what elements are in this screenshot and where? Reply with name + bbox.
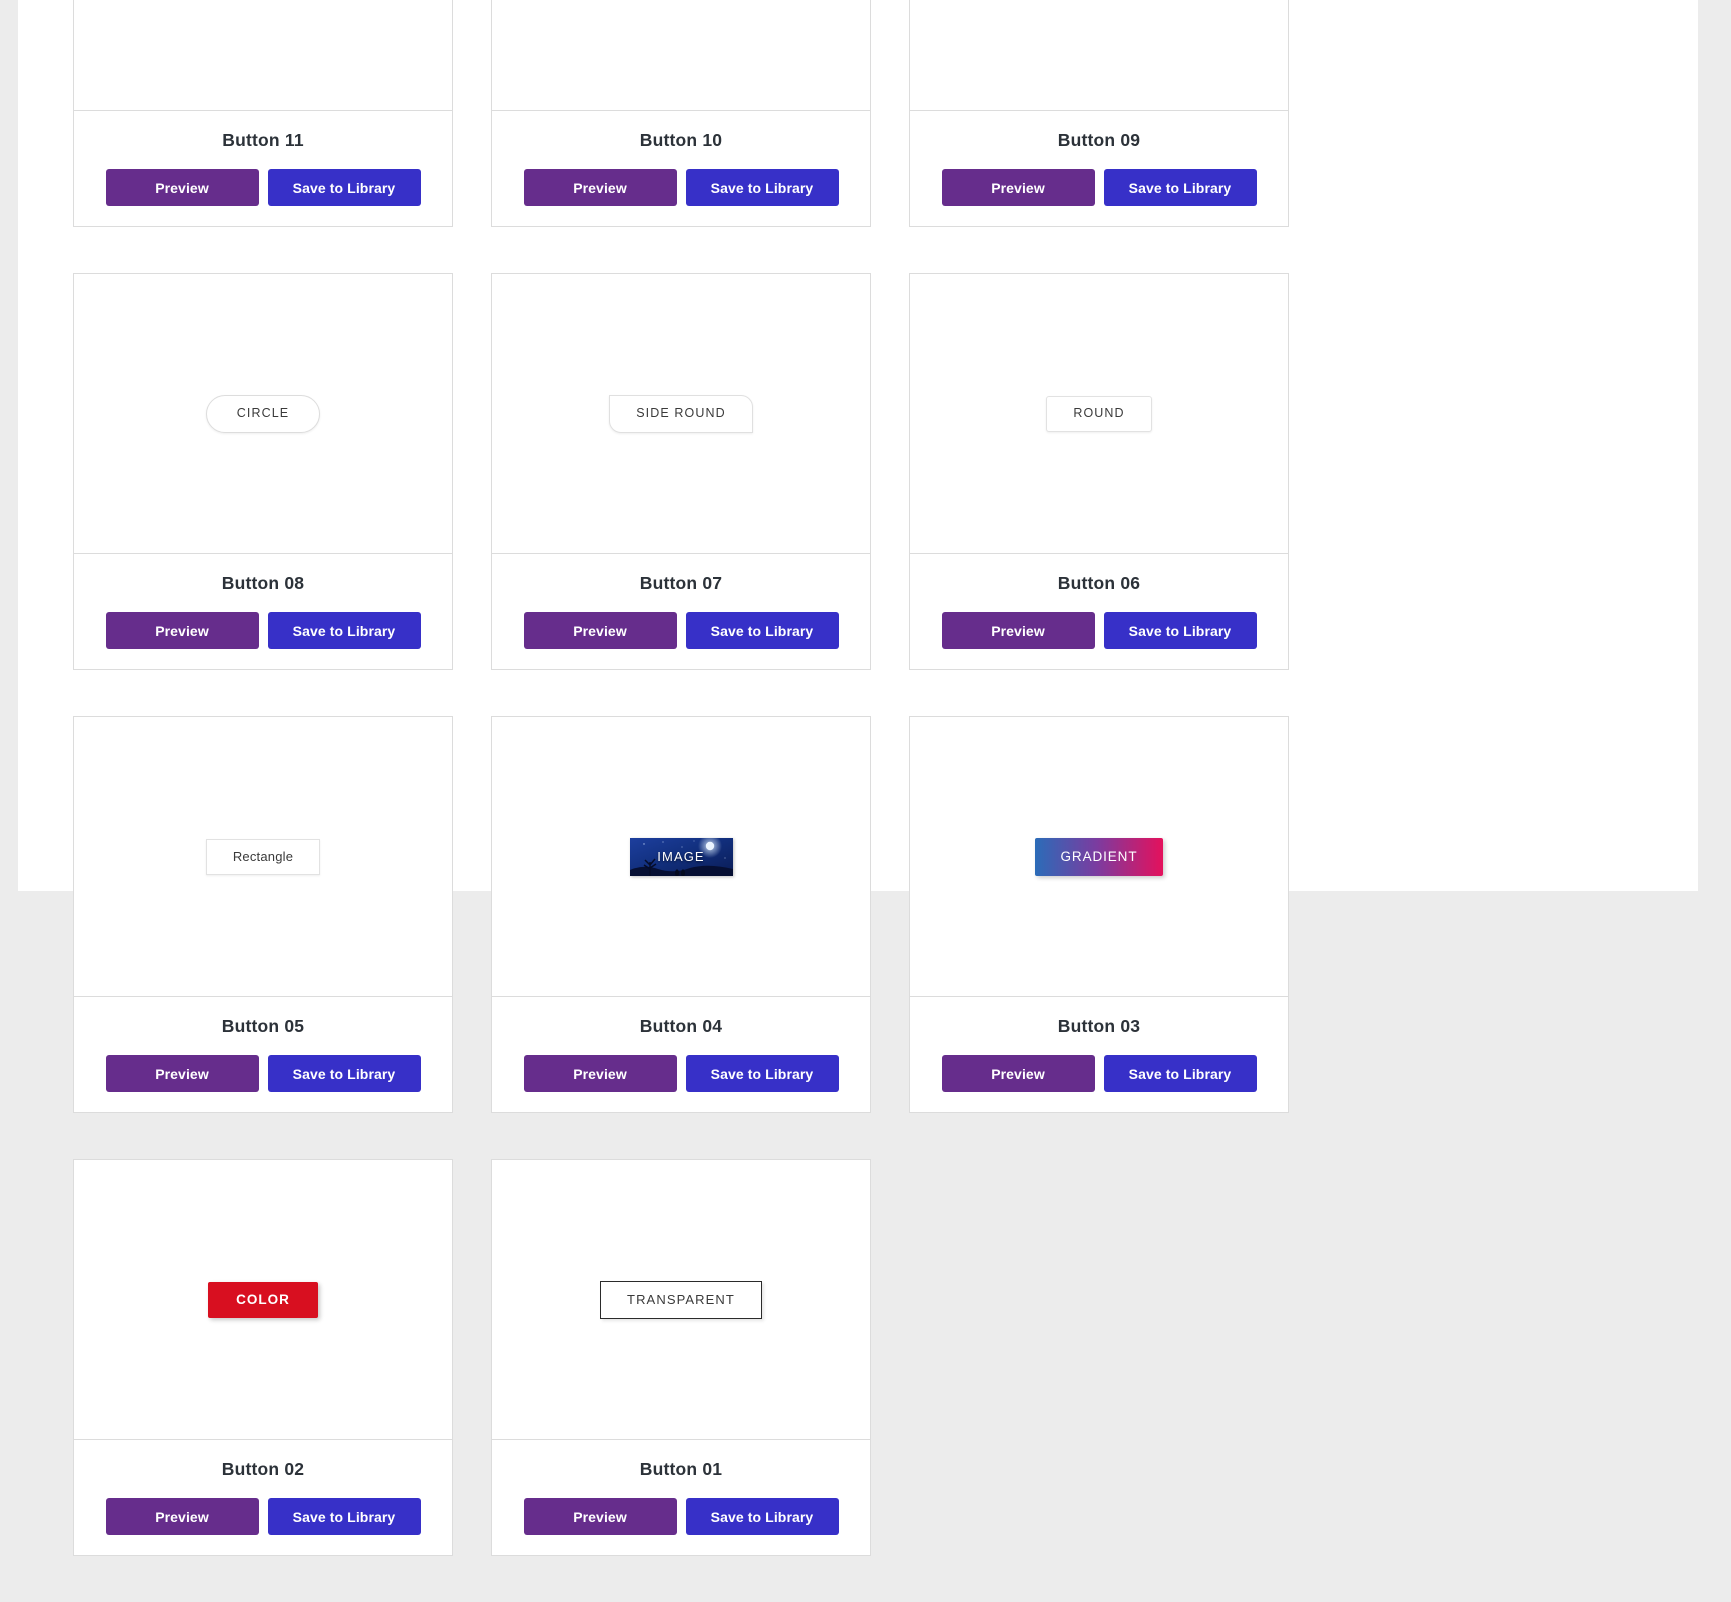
card-actions: Preview Save to Library: [82, 169, 444, 206]
card-title: Button 07: [639, 573, 723, 593]
grid-cell: SIDE ROUND Button 07 Preview Save to Lib…: [474, 273, 892, 670]
preview-button[interactable]: Preview: [105, 1055, 259, 1092]
card-body: Button 07 Preview Save to Library: [492, 554, 870, 669]
button-card-09: ON RIGHT → Button 09 Preview Save to Lib…: [909, 0, 1289, 227]
card-preview-area: TRANSPARENT: [492, 1160, 870, 1440]
card-preview-area: GRADIENT: [910, 717, 1288, 997]
card-title: Button 01: [639, 1459, 723, 1479]
card-actions: Preview Save to Library: [82, 1055, 444, 1092]
card-body: Button 05 Preview Save to Library: [74, 997, 452, 1112]
save-to-library-button[interactable]: Save to Library: [1103, 1055, 1257, 1092]
preview-button[interactable]: Preview: [105, 612, 259, 649]
grid-cell: COLOR Button 02 Preview Save to Library: [56, 1159, 474, 1556]
preview-button[interactable]: Preview: [105, 1498, 259, 1535]
card-title: Button 06: [1057, 573, 1141, 593]
card-title: Button 02: [221, 1459, 305, 1479]
sample-button-side-round[interactable]: SIDE ROUND: [609, 394, 753, 433]
card-actions: Preview Save to Library: [500, 612, 862, 649]
button-card-05: Rectangle Button 05 Preview Save to Libr…: [73, 716, 453, 1113]
card-title: Button 03: [1057, 1016, 1141, 1036]
save-to-library-button[interactable]: Save to Library: [1103, 612, 1257, 649]
save-to-library-button[interactable]: Save to Library: [267, 612, 421, 649]
card-preview-area: IMAGE: [492, 717, 870, 997]
page-sheet: ON RIGHT Button 11 Preview: [18, 0, 1698, 1556]
card-title: Button 09: [1057, 130, 1141, 150]
card-actions: Preview Save to Library: [918, 1055, 1280, 1092]
button-card-08: CIRCLE Button 08 Preview Save to Library: [73, 273, 453, 670]
card-preview-area: SIDE ROUND: [492, 274, 870, 554]
grid-cell: TRANSPARENT Button 01 Preview Save to Li…: [474, 1159, 892, 1556]
card-body: Button 09 Preview Save to Library: [910, 111, 1288, 226]
button-card-01: TRANSPARENT Button 01 Preview Save to Li…: [491, 1159, 871, 1556]
card-actions: Preview Save to Library: [500, 1498, 862, 1535]
sample-button-transparent[interactable]: TRANSPARENT: [600, 1280, 762, 1319]
button-card-10: ON LEFT Button 10 Preview Save to Librar…: [491, 0, 871, 227]
preview-button[interactable]: Preview: [941, 1055, 1095, 1092]
preview-button[interactable]: Preview: [941, 169, 1095, 206]
grid-cell: Rectangle Button 05 Preview Save to Libr…: [56, 716, 474, 1113]
sample-button-image[interactable]: IMAGE: [629, 837, 733, 876]
button-card-11: ON RIGHT Button 11 Preview: [73, 0, 453, 227]
card-actions: Preview Save to Library: [918, 169, 1280, 206]
sample-button-color[interactable]: COLOR: [208, 1281, 318, 1318]
button-card-grid: ON RIGHT Button 11 Preview: [56, 0, 1681, 1602]
sample-button-rectangle[interactable]: Rectangle: [205, 838, 321, 875]
card-body: Button 06 Preview Save to Library: [910, 554, 1288, 669]
save-to-library-button[interactable]: Save to Library: [685, 169, 839, 206]
card-body: Button 02 Preview Save to Library: [74, 1440, 452, 1555]
card-title: Button 10: [639, 130, 723, 150]
card-actions: Preview Save to Library: [82, 612, 444, 649]
grid-cell: CIRCLE Button 08 Preview Save to Library: [56, 273, 474, 670]
card-preview-area: ON RIGHT →: [910, 0, 1288, 111]
card-actions: Preview Save to Library: [500, 169, 862, 206]
save-to-library-button[interactable]: Save to Library: [267, 1055, 421, 1092]
card-body: Button 11 Preview Save to Library: [74, 111, 452, 226]
button-card-03: GRADIENT Button 03 Preview Save to Libra…: [909, 716, 1289, 1113]
save-to-library-button[interactable]: Save to Library: [267, 1498, 421, 1535]
card-title: Button 05: [221, 1016, 305, 1036]
grid-cell: ON RIGHT Button 11 Preview: [56, 0, 474, 227]
card-body: Button 08 Preview Save to Library: [74, 554, 452, 669]
card-preview-area: CIRCLE: [74, 274, 452, 554]
card-body: Button 04 Preview Save to Library: [492, 997, 870, 1112]
card-preview-area: COLOR: [74, 1160, 452, 1440]
save-to-library-button[interactable]: Save to Library: [685, 1055, 839, 1092]
card-actions: Preview Save to Library: [82, 1498, 444, 1535]
card-actions: Preview Save to Library: [918, 612, 1280, 649]
card-preview-area: ON RIGHT: [74, 0, 452, 111]
preview-button[interactable]: Preview: [523, 1498, 677, 1535]
preview-button[interactable]: Preview: [105, 169, 259, 206]
grid-cell: ROUND Button 06 Preview Save to Library: [892, 273, 1310, 670]
save-to-library-button[interactable]: Save to Library: [1103, 169, 1257, 206]
grid-cell: ON RIGHT → Button 09 Preview Save to Lib…: [892, 0, 1310, 227]
save-to-library-button[interactable]: Save to Library: [685, 612, 839, 649]
button-card-02: COLOR Button 02 Preview Save to Library: [73, 1159, 453, 1556]
save-to-library-button[interactable]: Save to Library: [685, 1498, 839, 1535]
preview-button[interactable]: Preview: [523, 612, 677, 649]
card-body: Button 03 Preview Save to Library: [910, 997, 1288, 1112]
card-preview-area: Rectangle: [74, 717, 452, 997]
sample-button-label: IMAGE: [657, 849, 705, 864]
button-card-07: SIDE ROUND Button 07 Preview Save to Lib…: [491, 273, 871, 670]
card-body: Button 10 Preview Save to Library: [492, 111, 870, 226]
preview-button[interactable]: Preview: [523, 169, 677, 206]
sample-button-round[interactable]: ROUND: [1046, 395, 1152, 432]
preview-button[interactable]: Preview: [523, 1055, 677, 1092]
save-to-library-button[interactable]: Save to Library: [267, 169, 421, 206]
card-actions: Preview Save to Library: [500, 1055, 862, 1092]
card-preview-area: ON LEFT: [492, 0, 870, 111]
button-card-06: ROUND Button 06 Preview Save to Library: [909, 273, 1289, 670]
grid-cell: ON LEFT Button 10 Preview Save to Librar…: [474, 0, 892, 227]
sample-button-circle[interactable]: CIRCLE: [205, 394, 321, 433]
button-card-04: IMAGE Button 04 Preview Save to Library: [491, 716, 871, 1113]
card-preview-area: ROUND: [910, 274, 1288, 554]
grid-cell: IMAGE Button 04 Preview Save to Library: [474, 716, 892, 1113]
card-title: Button 08: [221, 573, 305, 593]
sample-button-gradient[interactable]: GRADIENT: [1034, 837, 1164, 876]
preview-button[interactable]: Preview: [941, 612, 1095, 649]
card-title: Button 11: [222, 130, 304, 150]
card-title: Button 04: [639, 1016, 723, 1036]
grid-cell: GRADIENT Button 03 Preview Save to Libra…: [892, 716, 1310, 1113]
card-body: Button 01 Preview Save to Library: [492, 1440, 870, 1555]
